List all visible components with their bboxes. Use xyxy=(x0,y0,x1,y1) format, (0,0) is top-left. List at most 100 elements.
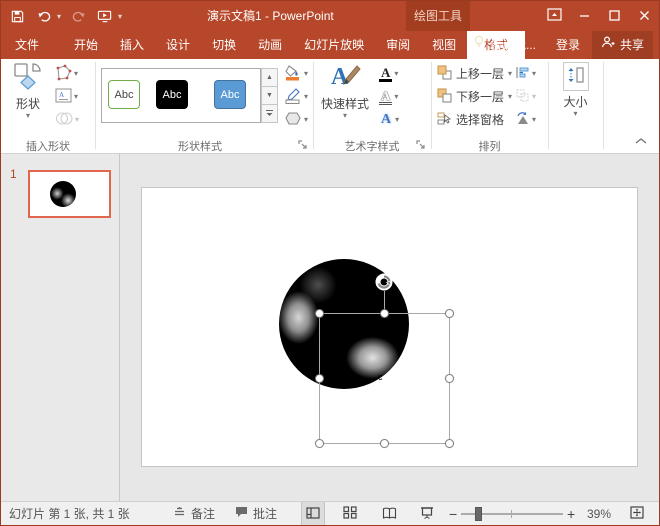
gallery-scroll-up-icon[interactable]: ▲ xyxy=(261,68,278,87)
normal-view-icon xyxy=(306,507,320,522)
shape-styles-dialog-launcher-icon[interactable] xyxy=(298,139,309,150)
window-title: 演示文稿1 - PowerPoint xyxy=(207,1,334,31)
undo-dropdown-arrow[interactable]: ▾ xyxy=(57,12,61,21)
shapes-gallery-button[interactable]: 形状 ▾ xyxy=(6,62,50,134)
quick-styles-label: 快速样式 xyxy=(319,95,371,112)
shape-style-tile-2[interactable]: Abc xyxy=(156,80,188,109)
window-controls xyxy=(539,1,659,31)
gallery-scroll-down-icon[interactable]: ▼ xyxy=(261,87,278,105)
shape-outline-button[interactable]: ▾ xyxy=(284,86,308,107)
undo-button[interactable] xyxy=(34,5,54,27)
selection-pane-button[interactable]: 选择窗格 xyxy=(437,109,504,130)
shape-style-tile-3[interactable]: Abc xyxy=(214,80,246,109)
merge-shapes-dropdown-arrow: ▾ xyxy=(75,116,79,124)
quick-styles-icon: A xyxy=(329,79,361,93)
slide-thumbnail[interactable] xyxy=(28,170,111,218)
collapse-ribbon-button[interactable] xyxy=(634,135,648,149)
sign-in-button[interactable]: 登录 xyxy=(548,31,588,59)
bring-forward-label: 上移一层 xyxy=(456,65,504,82)
tab-slideshow[interactable]: 幻灯片放映 xyxy=(293,31,375,59)
send-backward-button[interactable]: 下移一层 ▾ xyxy=(437,86,512,107)
tell-me-button[interactable]: 告诉我... xyxy=(465,31,544,59)
resize-handle-bottom-left[interactable] xyxy=(315,439,324,448)
shape-effects-button[interactable]: ▾ xyxy=(284,109,308,130)
save-icon xyxy=(10,9,25,24)
tab-home[interactable]: 开始 xyxy=(63,31,109,59)
zoom-in-button[interactable]: + xyxy=(567,502,575,526)
bring-forward-button[interactable]: 上移一层 ▾ xyxy=(437,63,512,84)
tab-design[interactable]: 设计 xyxy=(155,31,201,59)
shape-fill-icon xyxy=(284,64,302,84)
zoom-level[interactable]: 39% xyxy=(587,502,611,526)
minimize-button[interactable] xyxy=(569,1,599,31)
notes-button[interactable]: 备注 xyxy=(173,502,215,526)
shape-style-tile-1[interactable]: Abc xyxy=(108,80,140,109)
tab-file[interactable]: 文件 xyxy=(1,31,53,59)
resize-handle-top-right[interactable] xyxy=(445,309,454,318)
group-objects-button: ▾ xyxy=(515,86,536,107)
fit-slide-to-window-button[interactable] xyxy=(625,502,649,526)
save-button[interactable] xyxy=(7,5,27,27)
drawing-tools-contextual-header[interactable]: 绘图工具 xyxy=(406,1,470,31)
gallery-more-icon[interactable] xyxy=(261,105,278,123)
shapes-label: 形状 xyxy=(6,95,50,112)
text-outline-icon: A xyxy=(379,89,392,105)
tab-review[interactable]: 审阅 xyxy=(375,31,421,59)
wordart-styles-group: A 快速样式 ▾ A ▾ A ▾ A ▾ 艺术字样式 xyxy=(313,59,431,154)
text-effects-icon: A xyxy=(379,113,393,127)
comments-label: 批注 xyxy=(253,502,277,526)
arrange-group-label: 排列 xyxy=(431,138,548,152)
rotate-button[interactable]: ▾ xyxy=(515,109,536,130)
size-button[interactable]: 大小 ▾ xyxy=(554,62,597,134)
start-slideshow-icon xyxy=(97,9,113,24)
maximize-button[interactable] xyxy=(599,1,629,31)
merge-shapes-icon xyxy=(55,111,73,129)
resize-handle-top-left[interactable] xyxy=(315,309,324,318)
start-slideshow-button[interactable] xyxy=(95,5,115,27)
tab-animations[interactable]: 动画 xyxy=(247,31,293,59)
gallery-scroll-controls: ▲ ▼ xyxy=(261,68,278,123)
resize-handle-middle-right[interactable] xyxy=(445,374,454,383)
reading-view-icon xyxy=(382,507,397,522)
slideshow-view-icon xyxy=(420,507,434,522)
wordart-styles-group-label: 艺术字样式 xyxy=(313,138,431,152)
quick-styles-button[interactable]: A 快速样式 ▾ xyxy=(319,62,371,134)
normal-view-button[interactable] xyxy=(301,502,325,526)
text-box-button[interactable]: A ▾ xyxy=(55,86,78,107)
resize-handle-middle-left[interactable] xyxy=(315,374,324,383)
resize-handle-bottom-right[interactable] xyxy=(445,439,454,448)
zoom-slider-thumb[interactable] xyxy=(475,507,482,521)
tab-insert[interactable]: 插入 xyxy=(109,31,155,59)
shape-effects-icon xyxy=(284,111,302,129)
edit-shape-button[interactable]: ▾ xyxy=(55,63,78,84)
slideshow-view-button[interactable] xyxy=(415,502,439,526)
send-backward-dropdown-arrow: ▾ xyxy=(508,93,512,101)
rotate-handle[interactable] xyxy=(374,272,394,295)
reading-view-button[interactable] xyxy=(377,502,401,526)
text-effects-button[interactable]: A ▾ xyxy=(379,109,399,130)
ribbon-format-tab-content: 形状 ▾ ▾ A ▾ ▾ 插入形状 Abc Abc Abc ▲ ▼ xyxy=(1,59,659,154)
customize-quick-access-toolbar-icon[interactable]: ▾ xyxy=(118,12,122,21)
powerpoint-window: ▾ ▾ 演示文稿1 - PowerPoint 绘图工具 文件 开始 插入 设计 … xyxy=(0,0,660,526)
shape-fill-button[interactable]: ▾ xyxy=(284,63,308,84)
shapes-dropdown-arrow: ▾ xyxy=(6,112,50,120)
share-person-icon xyxy=(601,31,615,59)
ribbon-display-options-button[interactable] xyxy=(539,1,569,31)
workspace: 1 c xyxy=(1,154,659,501)
text-fill-dropdown-arrow: ▾ xyxy=(394,70,398,78)
resize-handle-top-center[interactable] xyxy=(380,309,389,318)
text-box-dropdown-arrow: ▾ xyxy=(74,93,78,101)
zoom-out-button[interactable]: − xyxy=(449,502,457,526)
slide-sorter-view-button[interactable] xyxy=(338,502,362,526)
wordart-styles-dialog-launcher-icon[interactable] xyxy=(416,139,427,150)
text-fill-button[interactable]: A ▾ xyxy=(379,63,398,84)
tab-transitions[interactable]: 切换 xyxy=(201,31,247,59)
share-button[interactable]: 共享 xyxy=(592,31,653,59)
comments-button[interactable]: 批注 xyxy=(235,502,277,526)
shape-styles-group-label: 形状样式 xyxy=(95,138,305,152)
close-button[interactable] xyxy=(629,1,659,31)
align-button[interactable]: ▾ xyxy=(515,63,536,84)
resize-handle-bottom-center[interactable] xyxy=(380,439,389,448)
tab-view[interactable]: 视图 xyxy=(421,31,467,59)
text-outline-button[interactable]: A ▾ xyxy=(379,86,398,107)
